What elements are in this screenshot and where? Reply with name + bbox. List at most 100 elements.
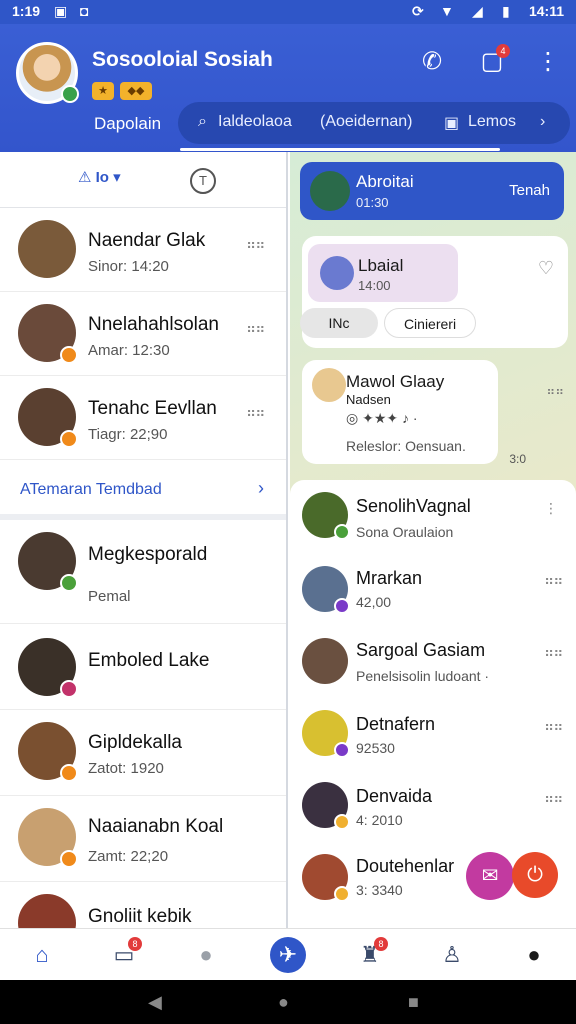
more-icon[interactable]: ⋮ [544,500,558,517]
drag-handle-icon[interactable]: ⠶⠶ [544,790,563,807]
message-name: Lbaial [358,256,404,275]
cards-icon[interactable]: ▭ 8 [106,937,142,973]
drag-handle-icon[interactable]: ⠶⠶ [246,404,265,421]
avatar [302,854,350,902]
alerts-icon[interactable]: ♜ 8 [352,937,388,973]
message-card[interactable]: Lbaial 14:00 ♡ INc Ciniereri [300,236,568,348]
avatar [18,304,78,364]
chevron-right-icon[interactable]: › [540,113,545,131]
chat-meta: Sona Oraulaion [356,524,454,540]
avatar [302,566,350,614]
nav-badge: 8 [128,937,142,951]
avatar [18,638,78,698]
contact-row[interactable]: Naendar Glak Sinor: 14:20 ⠶⠶ [0,208,286,292]
status-bar: 1:19 ▣ ◘ ⟳ ▼ ◢ ▮ 14:11 [0,0,576,24]
home-icon[interactable]: ⌂ [24,937,60,973]
message-body: Releslor: Oensuan. [346,438,466,454]
search-segment[interactable]: Ialdeolaoa [218,113,292,131]
pill-button[interactable]: Ciniereri [384,308,476,338]
contact-row[interactable]: Gnoliit kebik [0,882,286,928]
compose-fab-button[interactable]: ✉ [466,852,514,900]
message-time: 14:00 [358,278,391,293]
action-fab-button[interactable]: ⏻ [512,852,558,898]
contact-name: Gipldekalla [88,732,182,753]
avatar [18,388,78,448]
chat-row[interactable]: Denvaida 4: 2010 ⠶⠶ [290,770,576,842]
contact-row[interactable]: Megkesporald Pemal [0,520,286,624]
filter-toggle-icon[interactable]: T [190,168,216,194]
chat-row[interactable]: SenolihVagnal Sona Oraulaion ⋮ [290,480,576,552]
profile-icon[interactable]: ● [516,937,552,973]
contact-row[interactable]: Emboled Lake [0,624,286,710]
tab-indicator [180,148,500,151]
people-icon[interactable]: ♙ [434,937,470,973]
notifications-button[interactable]: ▢ 4 [474,44,510,80]
drag-handle-icon[interactable]: ⠶⠶ [544,572,563,589]
chat-action[interactable]: Tenah [509,182,550,199]
drag-handle-icon[interactable]: ⠶⠶ [544,644,563,661]
bottom-nav: ⌂ ▭ 8 ● ✈ ♜ 8 ♙ ● [0,928,576,980]
home-button-icon[interactable]: ● [278,992,289,1013]
back-icon[interactable]: ◀ [148,992,162,1013]
chat-row[interactable]: Sargoal Gasiam Penelsisolin ludoant · ⠶⠶ [290,624,576,698]
chat-name: Mrarkan [356,568,423,588]
status-dot-icon [334,886,350,902]
drag-handle-icon[interactable]: ⠶⠶ [546,384,564,398]
contact-row[interactable]: Nnelahahlsolan Amar: 12:30 ⠶⠶ [0,292,286,376]
points-chip-icon: ◆◆ [120,82,152,100]
avatar [18,532,78,592]
contact-row[interactable]: Naaianabn Koal Zamt: 22;20 [0,796,286,882]
chat-panel: Abroitai 01:30 Tenah Lbaial 14:00 ♡ INc … [290,152,576,928]
chat-meta: 42,00 [356,594,392,610]
more-options-button[interactable]: ⋮ [530,44,566,80]
page-title: Sosooloial Sosiah [92,48,273,71]
contact-name: Tenahc Eevllan [88,398,217,419]
chat-name: Denvaida [356,786,433,806]
drag-handle-icon[interactable]: ⠶⠶ [246,320,265,337]
contacts-panel: ⚠ Io ▾ T Naendar Glak Sinor: 14:20 ⠶⠶ Nn… [0,152,288,928]
contact-meta: Sinor: 14:20 [88,258,169,275]
avatar [310,171,350,211]
chat-name: Doutehenlar [356,856,455,876]
contact-meta: Zatot: 1920 [88,760,164,777]
filter-dropdown[interactable]: ⚠ Io ▾ [78,168,121,186]
profile-avatar[interactable] [16,42,79,104]
chat-name: Detnafern [356,714,436,734]
phone-call-button[interactable]: ✆ [414,44,450,80]
heart-icon[interactable]: ♡ [538,258,554,279]
avatar [312,368,346,402]
notification-icon: ▣ [54,3,68,19]
status-dot-icon [60,764,78,782]
drag-handle-icon[interactable]: ⠶⠶ [246,236,265,253]
chat-header-card[interactable]: Abroitai 01:30 Tenah [300,162,564,220]
chat-meta: Penelsisolin ludoant · [356,668,490,684]
contact-name: Gnoliit kebik [88,906,192,927]
status-time-left: 1:19 [12,3,41,19]
chat-time: 01:30 [356,195,389,210]
search-segment[interactable]: (Aoeidernan) [320,113,413,131]
wifi-icon: ▼ [440,3,454,19]
status-dot-icon [334,814,350,830]
contact-meta: Pemal [88,588,131,605]
chat-row[interactable]: Detnafern 92530 ⠶⠶ [290,698,576,770]
search-segment[interactable]: Lemos [468,113,516,131]
see-more-link[interactable]: ATemaran Temdbad › [0,460,286,520]
message-icon: ◘ [80,3,89,19]
pill-label: Ciniereri [403,316,457,332]
chat-row[interactable]: Mrarkan 42,00 ⠶⠶ [290,552,576,624]
avatar [18,894,76,928]
status-dot-icon [60,346,78,364]
contact-name: Naendar Glak [88,230,206,251]
contact-row[interactable]: Gipldekalla Zatot: 1920 [0,710,286,796]
message-card[interactable]: Mawol Glaay Nadsen ◎ ✦★✦ ♪ · Releslor: O… [302,360,498,464]
pill-button[interactable]: INc [300,308,378,338]
status-dot-icon [60,680,78,698]
drag-handle-icon[interactable]: ⠶⠶ [544,718,563,735]
contact-row[interactable]: Tenahc Eevllan Tiagr: 22;90 ⠶⠶ [0,376,286,460]
circle-icon[interactable]: ● [188,937,224,973]
recents-icon[interactable]: ■ [408,992,419,1013]
avatar [18,220,76,278]
compose-icon[interactable]: ✈ [270,937,306,973]
filter-bar: ⚠ Io ▾ T [0,152,286,208]
search-bar[interactable]: ⌕ Ialdeolaoa (Aoeidernan) ▣ Lemos › [178,102,570,144]
